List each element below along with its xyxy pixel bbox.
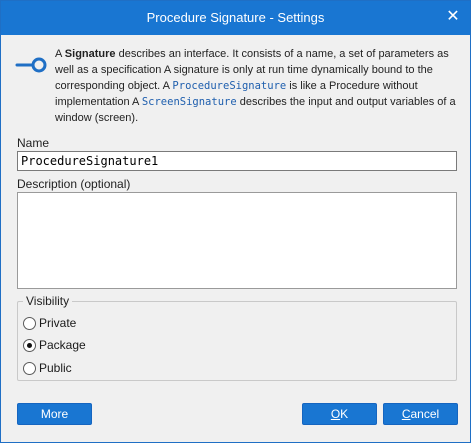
radio-public-label: Public: [39, 361, 72, 375]
info-bold-signature: Signature: [64, 48, 116, 60]
name-label: Name: [17, 136, 50, 150]
description-label: Description (optional): [17, 177, 131, 191]
radio-private-icon[interactable]: [23, 317, 36, 330]
info-code-procedure-signature: ProcedureSignature: [172, 80, 287, 92]
info-panel: A Signature describes an interface. It c…: [1, 35, 470, 130]
radio-private-label: Private: [39, 316, 77, 330]
cancel-label-rest: ancel: [410, 407, 440, 421]
signature-icon: [15, 57, 47, 73]
description-field[interactable]: [17, 192, 457, 289]
ok-label-rest: K: [340, 407, 349, 421]
ok-mnemonic: O: [330, 407, 341, 421]
info-text-1: A: [55, 48, 65, 60]
cancel-button[interactable]: Cancel: [383, 403, 458, 425]
name-field[interactable]: [17, 151, 457, 171]
radio-package-label: Package: [39, 338, 86, 352]
more-button[interactable]: More: [17, 403, 92, 425]
title-bar[interactable]: Procedure Signature - Settings ✕: [1, 1, 470, 35]
radio-public-icon[interactable]: [23, 362, 36, 375]
info-description: A Signature describes an interface. It c…: [55, 46, 459, 126]
visibility-legend: Visibility: [23, 294, 73, 308]
close-icon[interactable]: ✕: [444, 8, 462, 26]
info-code-screen-signature: ScreenSignature: [141, 96, 237, 108]
dialog-title: Procedure Signature - Settings: [146, 10, 325, 25]
ok-button[interactable]: OK: [302, 403, 377, 425]
settings-dialog: Procedure Signature - Settings ✕ A Signa…: [0, 0, 471, 443]
radio-package-icon[interactable]: [23, 339, 36, 352]
